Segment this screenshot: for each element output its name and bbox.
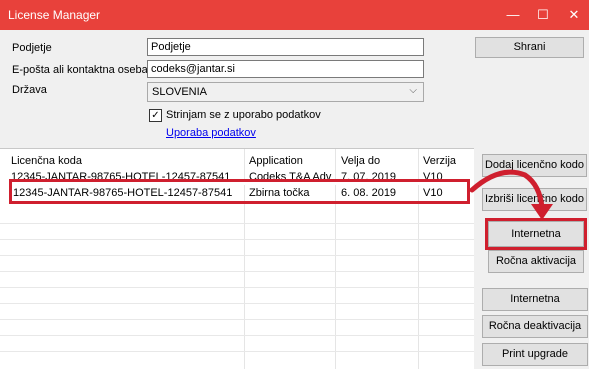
usage-link[interactable]: Uporaba podatkov [166,127,256,139]
country-select[interactable]: SLOVENIA ⌵ [147,82,424,102]
chevron-down-icon: ⌵ [409,85,417,96]
email-input[interactable]: codeks@jantar.si [147,60,424,78]
column-header-application[interactable]: Application [249,155,303,167]
license-form: Podjetje Podjetje E-pošta ali kontaktna … [0,30,589,148]
minimize-icon[interactable]: — [498,4,528,26]
company-input[interactable]: Podjetje [147,38,424,56]
consent-checkbox[interactable]: ✓ [149,109,162,122]
country-label: Država [12,84,47,96]
consent-label: Strinjam se z uporabo podatkov [166,109,321,121]
title-bar: License Manager — ☐ ✕ [0,0,589,30]
print-upgrade-button[interactable]: Print upgrade request [482,343,588,366]
company-label: Podjetje [12,42,52,54]
close-icon[interactable]: ✕ [559,4,589,26]
internet-deactivation-button[interactable]: Internetna deaktivacija [482,288,588,326]
add-license-button[interactable]: Dodaj licenčno kodo [482,154,587,177]
window-title: License Manager [8,8,101,22]
save-button[interactable]: Shrani [475,37,584,58]
highlight-selected-row [9,179,470,204]
country-value: SLOVENIA [152,86,208,98]
highlight-activation-button [485,218,587,250]
maximize-icon[interactable]: ☐ [528,4,558,26]
manual-activation-button[interactable]: Ročna aktivacija [488,250,584,273]
email-label: E-pošta ali kontaktna oseba [12,64,148,76]
manual-deactivation-button[interactable]: Ročna deaktivacija [482,315,588,338]
delete-license-button[interactable]: Izbriši licenčno kodo [482,188,587,211]
column-header-version[interactable]: Verzija [423,155,456,167]
column-header-valid-until[interactable]: Velja do [341,155,380,167]
column-header-license[interactable]: Licenčna koda [11,155,82,167]
